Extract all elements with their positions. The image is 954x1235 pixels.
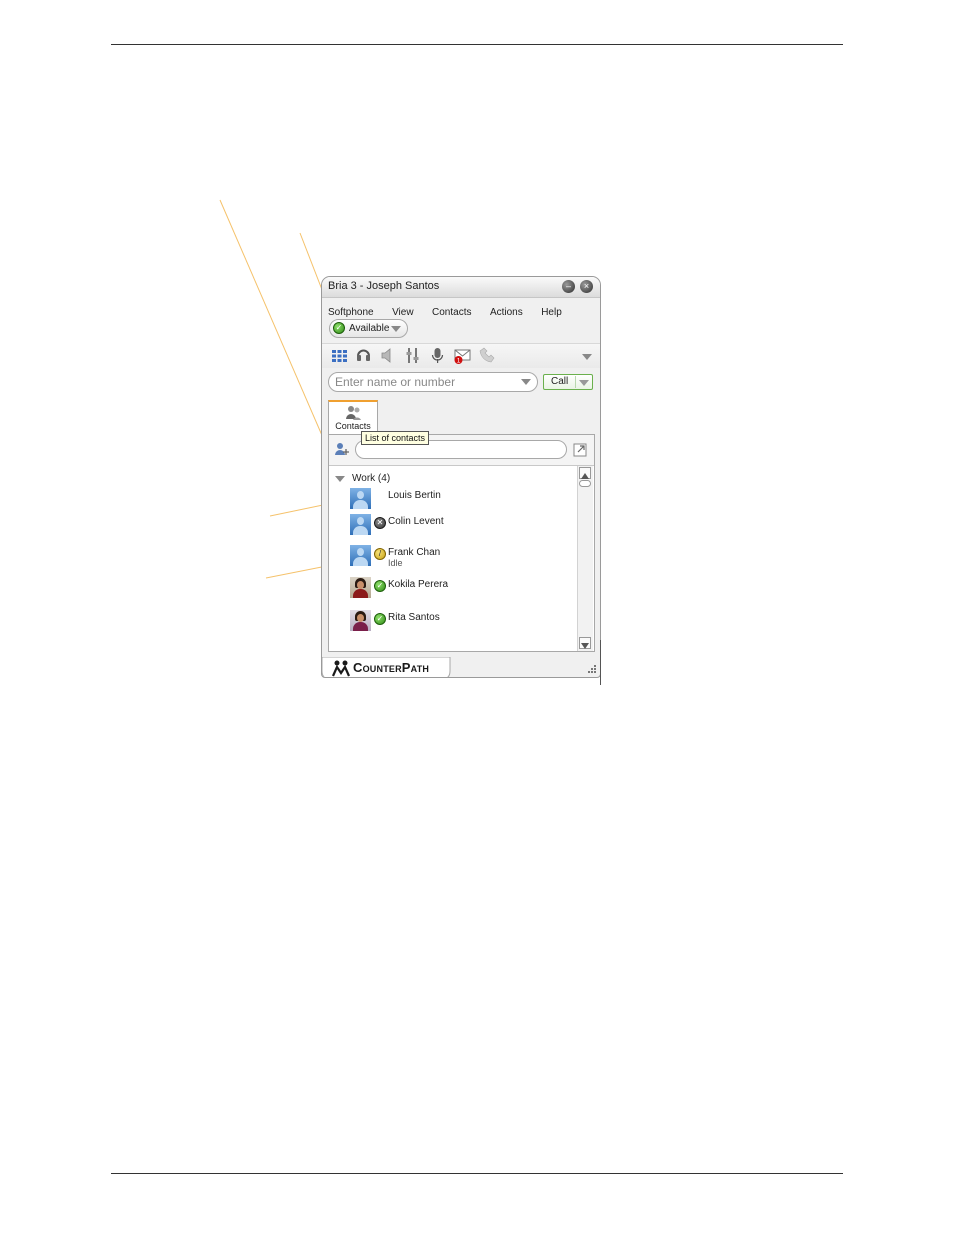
contact-row-kokila-perera[interactable]: ✓ Kokila Perera	[329, 577, 577, 601]
available-check-icon: ✓	[333, 322, 345, 334]
voicemail-icon[interactable]: 1	[454, 347, 471, 364]
call-button-divider	[575, 376, 576, 388]
contact-row-frank-chan[interactable]: / Frank Chan Idle	[329, 545, 577, 569]
toolbar-overflow-chevron-icon[interactable]	[582, 354, 592, 360]
dialer-input[interactable]	[335, 375, 515, 389]
brand-footer: CounterPath	[322, 657, 452, 677]
minimize-button[interactable]: –	[562, 280, 575, 293]
menu-help[interactable]: Help	[541, 307, 562, 318]
audio-settings-icon[interactable]	[404, 347, 421, 364]
contact-row-rita-santos[interactable]: ✓ Rita Santos	[329, 610, 577, 634]
menu-contacts[interactable]: Contacts	[432, 307, 471, 318]
contacts-list: Work (4) Louis Bertin ✕ Colin Levent / F…	[329, 466, 577, 651]
contacts-icon	[346, 406, 361, 420]
close-button[interactable]: ×	[580, 280, 593, 293]
toolbar: 1	[322, 343, 600, 368]
contact-row-louis-bertin[interactable]: Louis Bertin	[329, 488, 577, 512]
tab-contacts-label: Contacts	[335, 421, 371, 431]
available-status-icon: ✓	[374, 580, 386, 592]
menu-bar: Softphone View Contacts Actions Help	[328, 302, 576, 318]
call-button[interactable]: Call	[543, 374, 593, 390]
chevron-down-icon	[391, 326, 401, 332]
avatar	[350, 545, 371, 566]
call-label: Call	[551, 376, 569, 387]
contact-name: Frank Chan	[388, 547, 441, 558]
scroll-up-button[interactable]	[579, 467, 591, 479]
window-title: Bria 3 - Joseph Santos	[328, 280, 440, 292]
headset-icon[interactable]	[355, 347, 372, 364]
contacts-search-row: List of contacts	[329, 431, 594, 466]
dialpad-icon[interactable]	[331, 347, 348, 364]
available-status-icon: ✓	[374, 613, 386, 625]
avatar	[350, 488, 371, 509]
microphone-icon[interactable]	[429, 347, 446, 364]
arrow-down-icon	[581, 643, 589, 649]
contact-name: Rita Santos	[388, 612, 440, 623]
menu-view[interactable]: View	[392, 307, 414, 318]
contact-name: Colin Levent	[388, 516, 444, 527]
contact-status-text: Idle	[388, 558, 403, 568]
voicemail-badge: 1	[457, 358, 461, 365]
group-label: Work (4)	[352, 473, 391, 484]
add-contact-icon[interactable]	[335, 442, 350, 457]
dialer-input-field[interactable]	[328, 372, 538, 392]
menu-actions[interactable]: Actions	[490, 307, 523, 318]
footer-rule	[111, 1173, 843, 1174]
resize-grip-icon[interactable]	[588, 665, 596, 673]
avatar	[350, 610, 371, 631]
contacts-panel: List of contacts Work (4) Louis Bertin ✕…	[328, 431, 595, 652]
popout-icon[interactable]	[573, 443, 587, 457]
avatar	[350, 577, 371, 598]
callout-line-contacts-list	[219, 199, 338, 471]
counterpath-brand: CounterPath	[353, 660, 430, 675]
offline-status-icon: ✕	[374, 517, 386, 529]
bria-window: Bria 3 - Joseph Santos – × Softphone Vie…	[321, 276, 601, 678]
scroll-thumb[interactable]	[579, 480, 591, 487]
menu-softphone[interactable]: Softphone	[328, 307, 374, 318]
speaker-icon[interactable]	[379, 347, 396, 364]
avatar	[350, 514, 371, 535]
contact-name: Kokila Perera	[388, 579, 449, 590]
transfer-icon[interactable]	[478, 347, 495, 364]
contacts-tooltip: List of contacts	[361, 431, 430, 445]
contact-name: Louis Bertin	[388, 490, 441, 501]
presence-selector[interactable]: ✓ Available	[329, 319, 408, 338]
presence-label: Available	[349, 323, 390, 334]
window-edge-line	[600, 640, 601, 685]
dialer-history-chevron-icon[interactable]	[521, 379, 531, 385]
call-options-chevron-icon[interactable]	[579, 380, 589, 386]
scroll-down-button[interactable]	[579, 637, 591, 649]
contact-row-colin-levent[interactable]: ✕ Colin Levent	[329, 514, 577, 538]
counterpath-logo-icon	[331, 660, 351, 677]
group-collapse-chevron-icon	[335, 476, 345, 482]
contacts-scrollbar[interactable]	[577, 466, 593, 651]
header-rule	[111, 44, 843, 45]
tab-contacts[interactable]: Contacts	[328, 400, 378, 434]
idle-status-icon: /	[374, 548, 386, 560]
title-bar[interactable]: Bria 3 - Joseph Santos – ×	[322, 277, 600, 298]
